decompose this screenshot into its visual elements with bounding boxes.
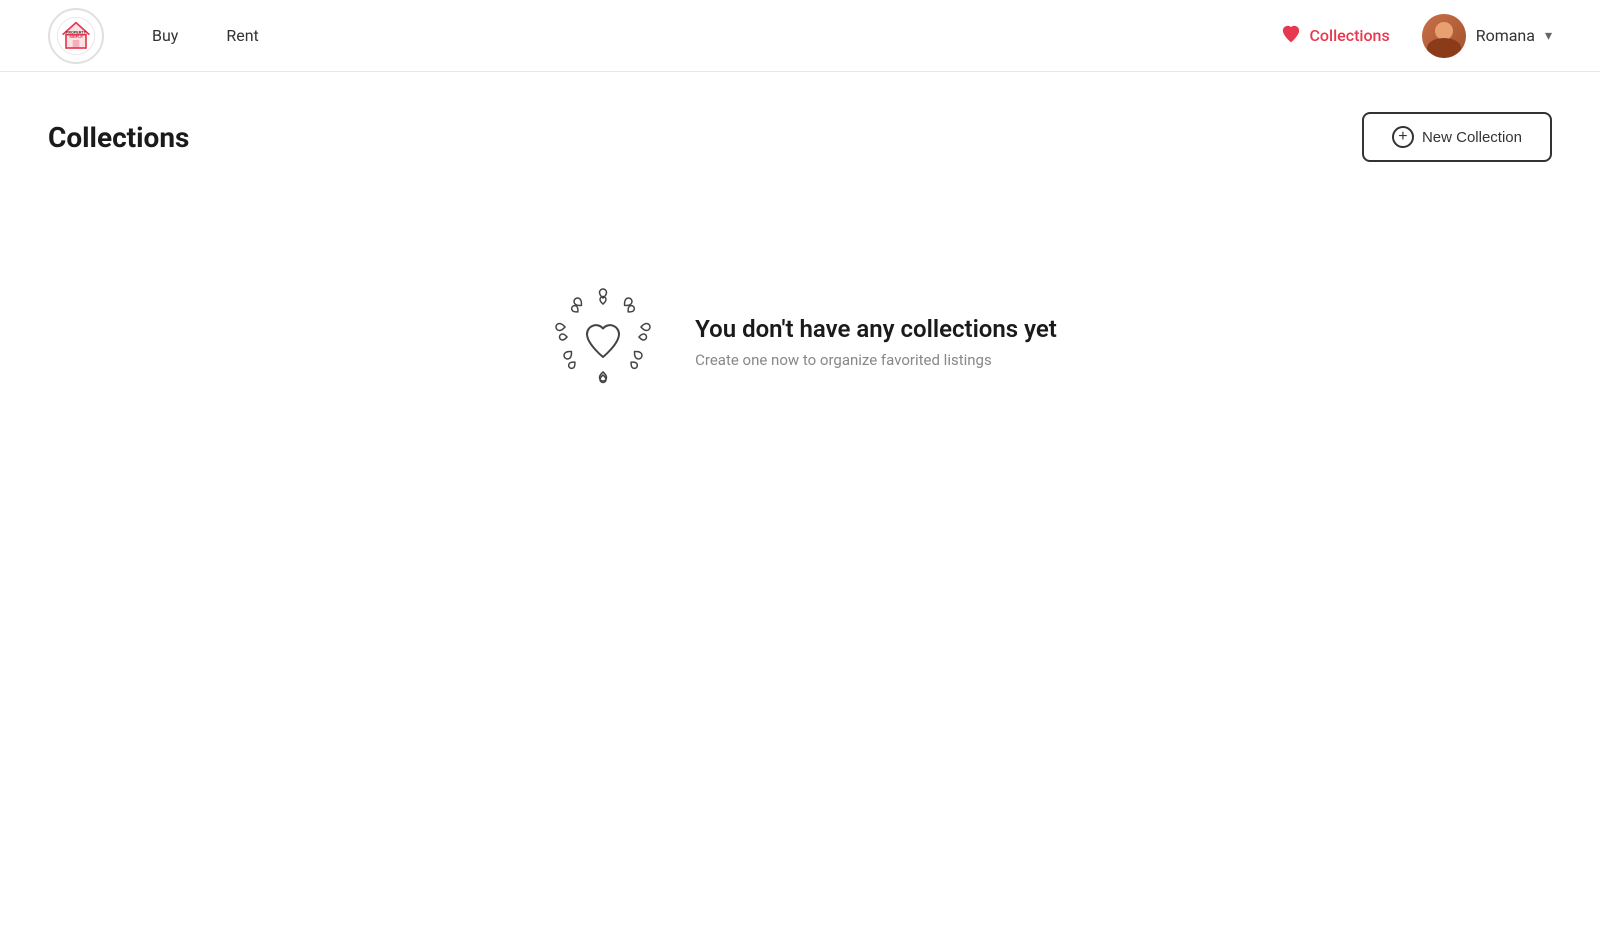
logo[interactable]: PROPERTY SIMPLE xyxy=(48,8,104,64)
header-right: Collections Romana ▾ xyxy=(1281,14,1552,58)
chevron-down-icon: ▾ xyxy=(1545,28,1552,44)
new-collection-label: New Collection xyxy=(1422,129,1522,146)
nav-buy[interactable]: Buy xyxy=(152,26,178,45)
user-profile[interactable]: Romana ▾ xyxy=(1422,14,1552,58)
collections-nav[interactable]: Collections xyxy=(1281,24,1389,48)
collections-nav-label: Collections xyxy=(1309,26,1389,45)
plus-circle-icon: + xyxy=(1392,126,1414,148)
svg-text:SIMPLE: SIMPLE xyxy=(69,35,83,39)
svg-text:PROPERTY: PROPERTY xyxy=(66,30,87,34)
page-header: Collections + New Collection xyxy=(48,112,1552,162)
empty-state-text: You don't have any collections yet Creat… xyxy=(695,315,1057,369)
nav-rent[interactable]: Rent xyxy=(226,26,258,45)
empty-subtext: Create one now to organize favorited lis… xyxy=(695,351,1057,369)
heart-icon xyxy=(1281,24,1301,48)
main-nav: Buy Rent xyxy=(152,26,1281,45)
avatar xyxy=(1422,14,1466,58)
hearts-ring-icon xyxy=(543,282,663,402)
main-content: Collections + New Collection xyxy=(0,72,1600,442)
header: PROPERTY SIMPLE Buy Rent Collections Rom… xyxy=(0,0,1600,72)
empty-heading: You don't have any collections yet xyxy=(695,315,1057,343)
empty-state: You don't have any collections yet Creat… xyxy=(48,282,1552,402)
user-name: Romana xyxy=(1476,26,1535,45)
page-title: Collections xyxy=(48,121,189,154)
new-collection-button[interactable]: + New Collection xyxy=(1362,112,1552,162)
